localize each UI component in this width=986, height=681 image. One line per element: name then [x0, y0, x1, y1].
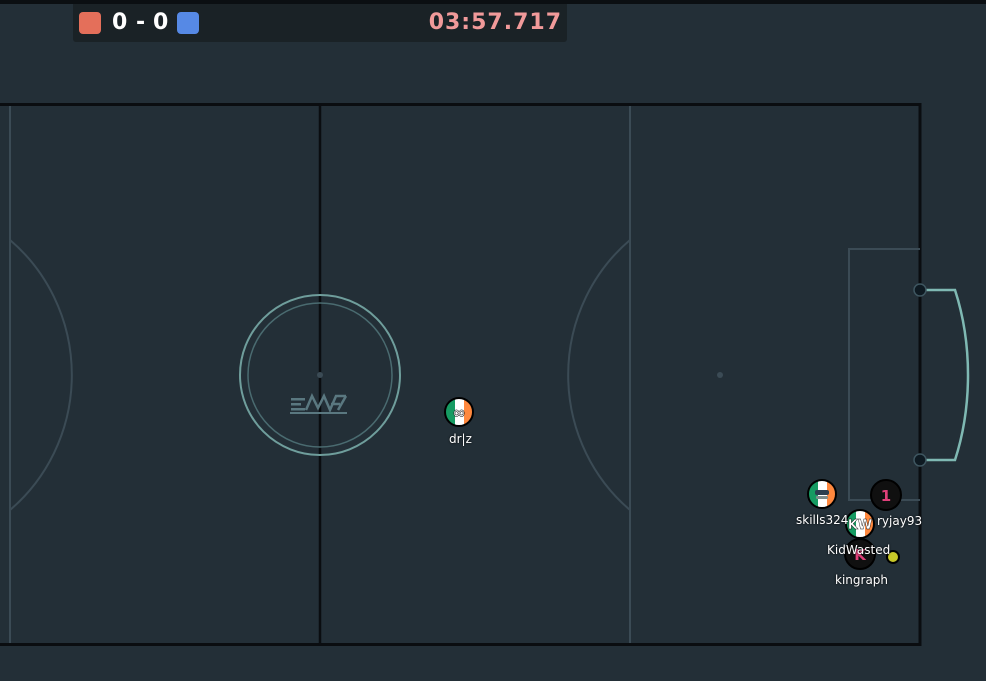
player-ryjay93: 1 [870, 479, 902, 511]
player-name-ryjay93: ryjay93 [877, 514, 923, 528]
right-goal [913, 283, 970, 467]
player-name-skills324: skills324 [796, 513, 849, 527]
pitch-lines [0, 103, 922, 646]
player-drlz: ∞ [444, 397, 474, 427]
goal-post-top [913, 283, 927, 297]
player-name-kingraph: kingraph [835, 573, 889, 587]
goal-post-bottom [913, 453, 927, 467]
player-skills324 [807, 479, 837, 509]
player-kidwasted: KW [845, 509, 875, 539]
player-name-drlz: dr|z [449, 432, 472, 446]
player-avatar-text: KW [848, 518, 872, 533]
player-name-kidwasted: KidWasted [827, 543, 891, 557]
mask-icon [815, 490, 829, 499]
player-avatar-text: ∞ [452, 403, 465, 422]
player-avatar-text: 1 [881, 487, 891, 505]
league-logo [290, 393, 348, 414]
